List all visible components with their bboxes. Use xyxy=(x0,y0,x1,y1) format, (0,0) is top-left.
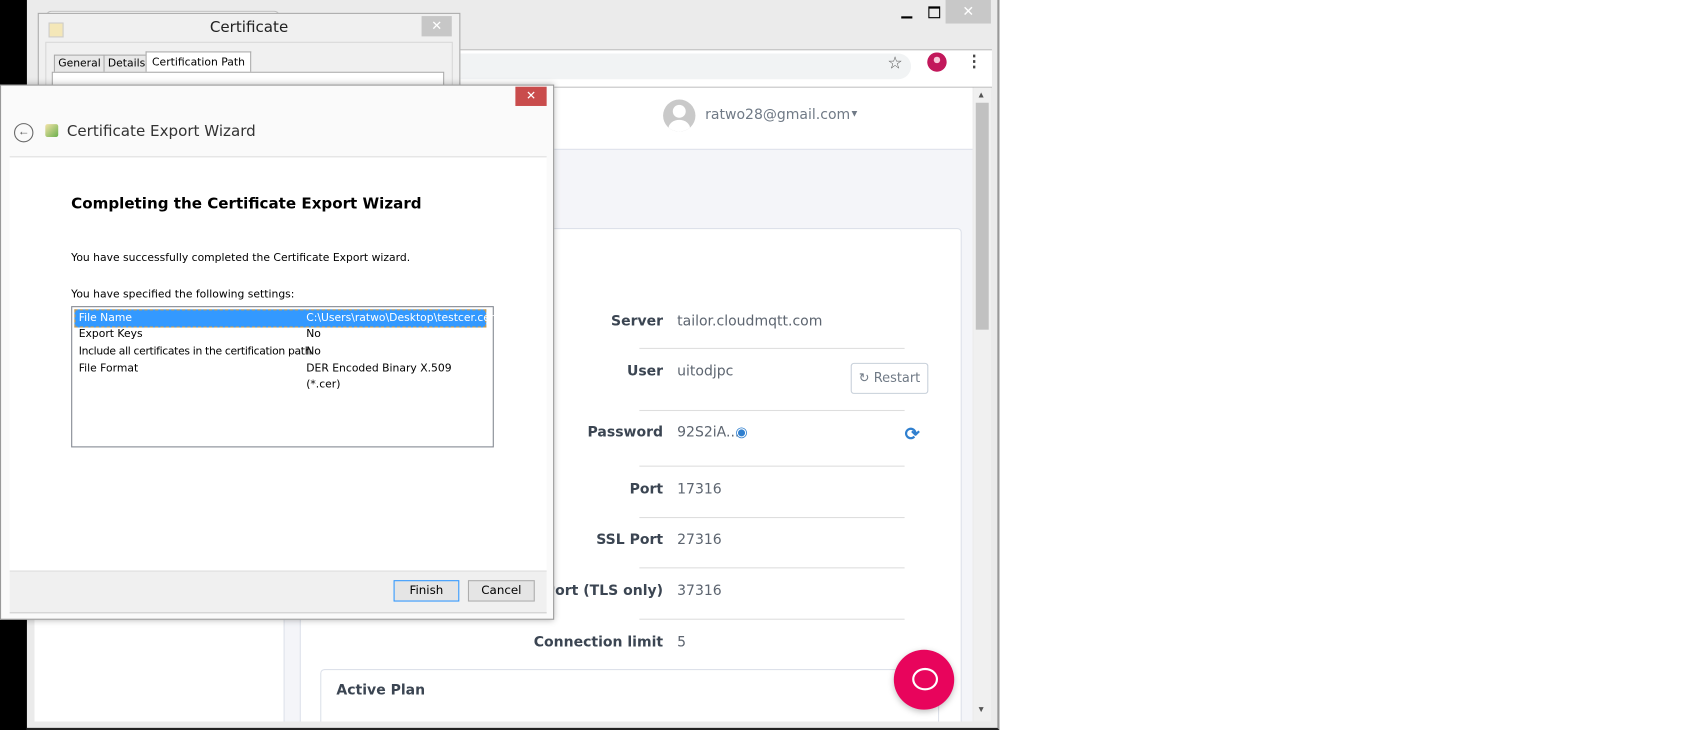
wizard-footer xyxy=(9,570,547,614)
chat-button[interactable] xyxy=(893,649,955,710)
detail-value: 27316 xyxy=(677,531,722,549)
detail-value: 37316 xyxy=(677,583,722,600)
finish-button[interactable]: Finish xyxy=(393,580,460,602)
detail-label: Connection limit xyxy=(533,634,664,651)
refresh-icon[interactable]: ⟳ xyxy=(905,424,920,445)
wizard-close-button[interactable]: ✕ xyxy=(515,86,547,106)
cancel-button[interactable]: Cancel xyxy=(467,580,535,602)
detail-value: 5 xyxy=(677,634,687,651)
certificate-dialog: Certificate ✕ General Details Certificat… xyxy=(37,12,461,98)
setting-name: Export Keys xyxy=(78,328,143,341)
wizard-certificate-icon xyxy=(45,124,59,138)
setting-name: Include all certificates in the certific… xyxy=(78,345,312,358)
eye-icon[interactable]: ◉ xyxy=(735,424,747,441)
list-item[interactable]: Include all certificates in the certific… xyxy=(74,344,488,360)
settings-list[interactable]: File Name C:\Users\ratwo\Desktop\testcer… xyxy=(71,306,494,448)
back-arrow-icon[interactable]: ← xyxy=(14,123,34,143)
restart-button[interactable]: ↻ Restart xyxy=(850,362,929,394)
certificate-close-button[interactable]: ✕ xyxy=(421,16,452,37)
restart-label: Restart xyxy=(873,370,921,386)
setting-name: File Name xyxy=(78,312,132,325)
divider xyxy=(639,409,905,412)
wizard-message: You have successfully completed the Cert… xyxy=(71,252,411,265)
certificate-dialog-title: Certificate xyxy=(209,19,289,37)
user-email[interactable]: ratwo28@gmail.com xyxy=(705,107,850,123)
scrollbar-thumb[interactable] xyxy=(975,102,989,330)
active-plan-title: Active Plan xyxy=(336,682,426,699)
profile-avatar[interactable] xyxy=(927,52,947,72)
detail-value: uitodjpc xyxy=(677,363,734,380)
menu-icon[interactable]: ⋮ xyxy=(966,51,982,70)
list-item[interactable]: File Format DER Encoded Binary X.509 (*.… xyxy=(74,361,488,391)
profile-icon xyxy=(933,56,941,64)
maximize-icon[interactable] xyxy=(928,6,941,19)
scroll-down-icon[interactable]: ▼ xyxy=(977,704,986,714)
wizard-heading: Completing the Certificate Export Wizard xyxy=(71,195,422,214)
divider xyxy=(639,618,905,620)
detail-value: 92S2iA... xyxy=(677,424,740,442)
setting-value: DER Encoded Binary X.509 (*.cer) xyxy=(306,362,452,391)
close-icon: ✕ xyxy=(431,18,443,34)
detail-value: tailor.cloudmqtt.com xyxy=(677,313,823,330)
restart-icon: ↻ xyxy=(858,370,870,386)
divider xyxy=(639,517,905,519)
star-icon[interactable]: ☆ xyxy=(887,52,902,73)
settings-label: You have specified the following setting… xyxy=(71,289,295,301)
setting-value: No xyxy=(306,328,321,341)
setting-value: No xyxy=(306,345,321,358)
active-plan-card: Active Plan xyxy=(320,669,940,722)
list-item[interactable]: File Name C:\Users\ratwo\Desktop\testcer… xyxy=(74,309,494,328)
list-item[interactable]: Export Keys No xyxy=(74,326,488,342)
divider xyxy=(639,347,905,349)
setting-name: File Format xyxy=(78,362,139,375)
divider xyxy=(639,465,905,467)
minimize-icon[interactable]: ▁ xyxy=(901,2,912,19)
close-icon: ✕ xyxy=(526,89,536,103)
chat-bubble-icon xyxy=(912,667,939,691)
tab-certification-path[interactable]: Certification Path xyxy=(145,51,252,74)
divider xyxy=(639,567,905,569)
scroll-up-icon[interactable]: ▲ xyxy=(977,90,986,100)
address-bar[interactable] xyxy=(382,53,912,80)
chevron-down-icon[interactable]: ▼ xyxy=(850,108,860,119)
detail-value: 17316 xyxy=(677,481,722,498)
wizard-title: Certificate Export Wizard xyxy=(66,123,256,141)
browser-close-button[interactable]: ✕ xyxy=(945,0,991,24)
setting-value: C:\Users\ratwo\Desktop\testcer.cer xyxy=(306,312,495,325)
close-icon: ✕ xyxy=(962,3,975,20)
certificate-export-wizard: ✕ ← Certificate Export Wizard Completing… xyxy=(0,84,555,620)
user-avatar[interactable] xyxy=(663,99,696,132)
